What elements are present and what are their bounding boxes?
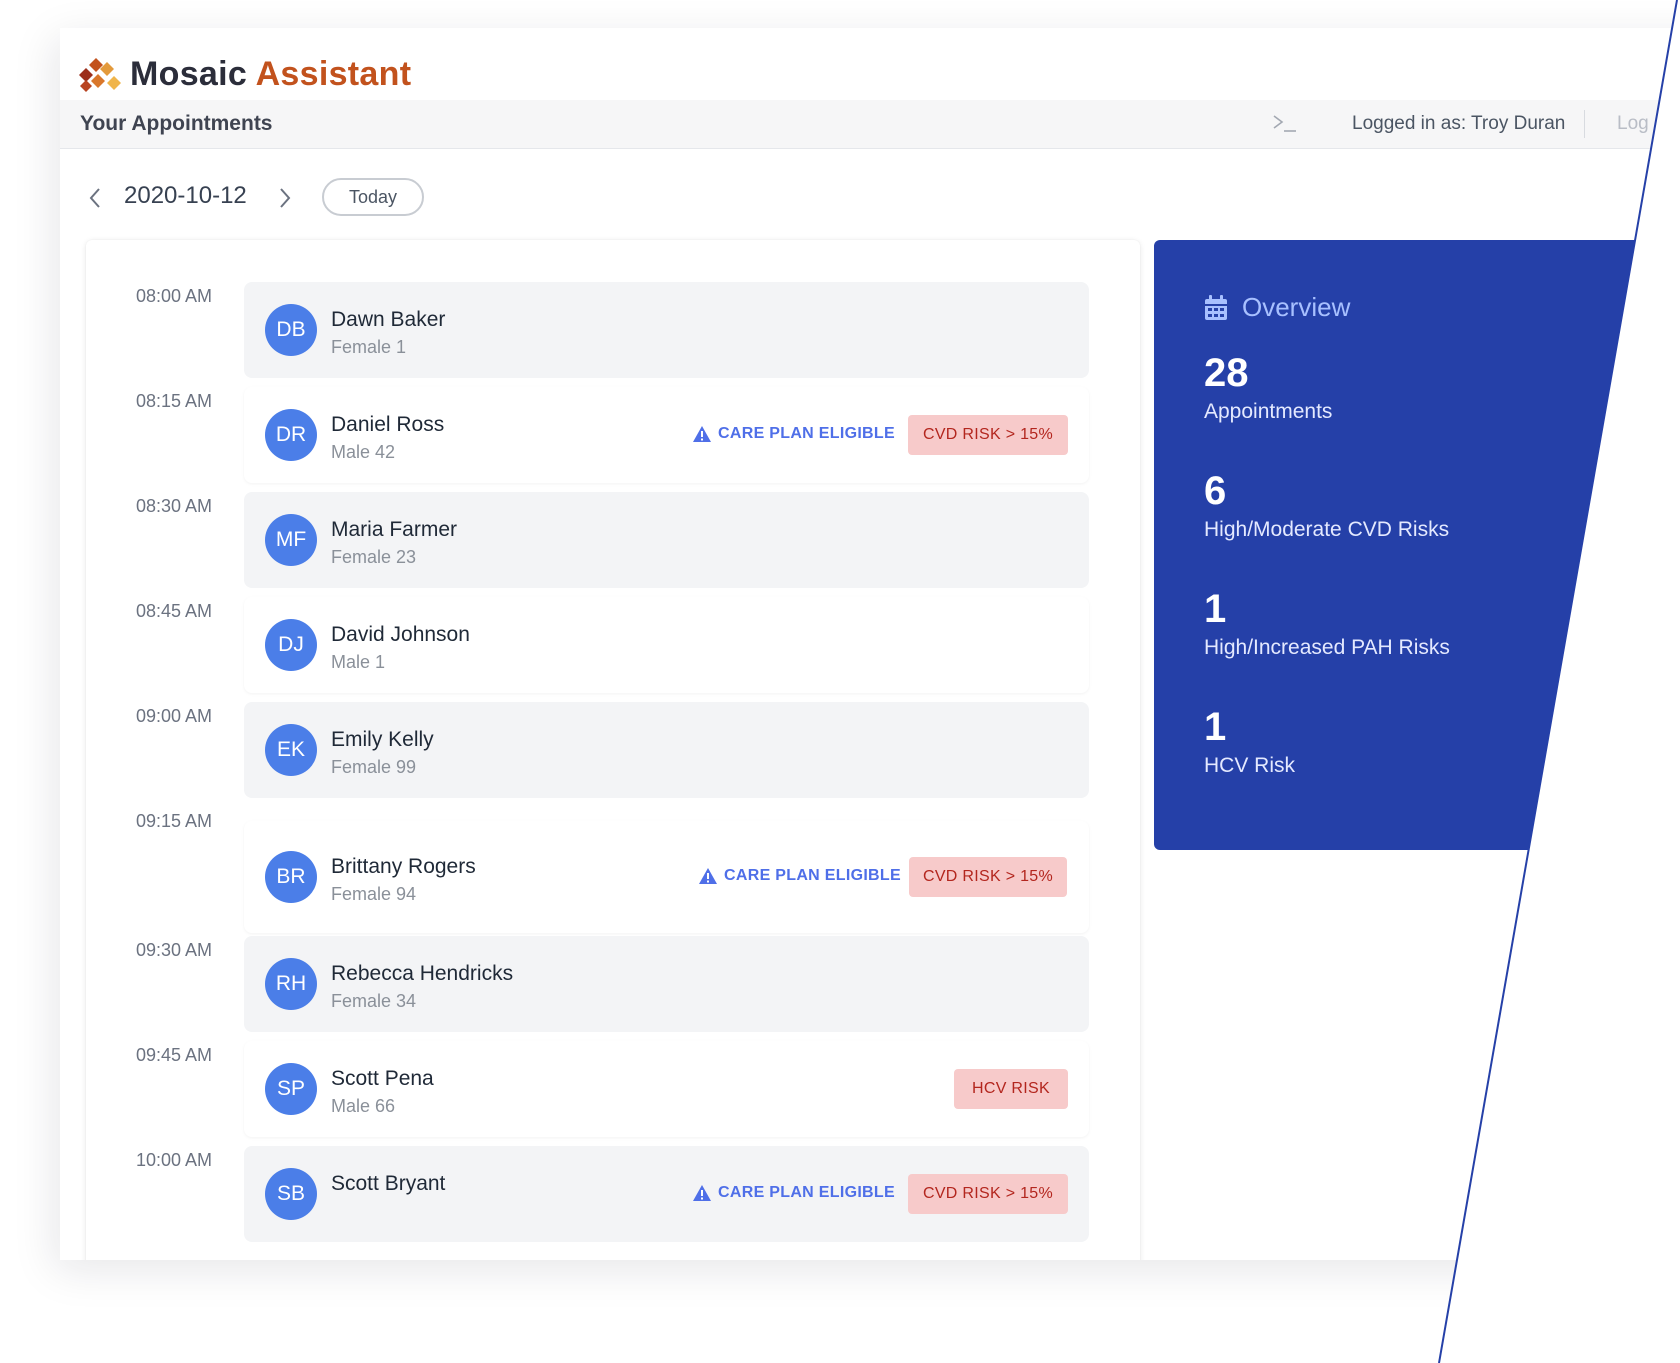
stat-value: 6 — [1204, 469, 1227, 513]
current-date: 2020-10-12 — [124, 182, 247, 209]
patient-sex-age: Male 1 — [331, 652, 386, 672]
appointment-time: 09:15 AM — [136, 811, 213, 831]
patient-sex-age: Male 42 — [331, 442, 396, 462]
appointment-time: 09:30 AM — [136, 940, 213, 960]
avatar: SB — [265, 1168, 317, 1220]
appointment-time: 09:00 AM — [136, 706, 213, 726]
warning-icon — [699, 868, 717, 884]
care-plan-label: CARE PLAN ELIGIBLE — [718, 425, 895, 442]
brand-name-first: Mosaic — [130, 54, 248, 93]
appointment-card[interactable]: DR Daniel Ross Male 42 CARE PLAN ELIGIBL… — [244, 387, 1089, 483]
stat-value: 28 — [1204, 351, 1249, 395]
warning-icon — [693, 1185, 711, 1201]
cvd-risk-badge: CVD RISK > 15% — [908, 1174, 1068, 1214]
avatar: SP — [265, 1063, 317, 1115]
previous-day-button[interactable] — [82, 184, 108, 212]
patient-name: Daniel Ross — [331, 413, 445, 436]
patient-name: Maria Farmer — [331, 518, 458, 541]
stat-label: High/Increased PAH Risks — [1204, 636, 1450, 659]
next-day-button[interactable] — [272, 184, 298, 212]
appointment-card[interactable]: BR Brittany Rogers Female 94 CARE PLAN E… — [244, 821, 1089, 933]
hcv-risk-badge: HCV RISK — [954, 1069, 1068, 1109]
stat-hcv-risk: 1 HCV Risk — [1204, 704, 1295, 778]
appointment-time: 08:00 AM — [136, 286, 213, 306]
stat-pah-risks: 1 High/Increased PAH Risks — [1204, 586, 1450, 660]
care-plan-eligible-flag[interactable]: CARE PLAN ELIGIBLE — [698, 867, 901, 885]
cvd-risk-badge: CVD RISK > 15% — [909, 857, 1067, 897]
overview-panel: Overview 28 Appointments 6 High/Moderate… — [1154, 240, 1680, 850]
patient-sex-age: Female 99 — [331, 757, 417, 777]
avatar: RH — [265, 958, 317, 1010]
overview-header: Overview — [1204, 292, 1350, 323]
appointment-time: 08:30 AM — [136, 496, 213, 516]
stat-value: 1 — [1204, 587, 1227, 631]
appointment-time: 10:00 AM — [136, 1150, 213, 1170]
care-plan-eligible-flag[interactable]: CARE PLAN ELIGIBLE — [692, 1184, 895, 1202]
appointment-time: 08:45 AM — [136, 601, 213, 621]
appointment-card[interactable]: RH Rebecca Hendricks Female 34 — [244, 936, 1089, 1032]
stat-appointments: 28 Appointments — [1204, 350, 1332, 424]
avatar: DJ — [265, 619, 317, 671]
appointment-card[interactable]: EK Emily Kelly Female 99 — [244, 702, 1089, 798]
patient-name: David Johnson — [331, 623, 470, 646]
stat-cvd-risks: 6 High/Moderate CVD Risks — [1204, 468, 1449, 542]
appointment-time: 09:45 AM — [136, 1045, 213, 1065]
brand-name: Mosaic Assistant — [130, 55, 411, 94]
cvd-risk-badge: CVD RISK > 15% — [908, 415, 1068, 455]
avatar: DB — [265, 304, 317, 356]
patient-sex-age: Female 34 — [331, 991, 417, 1011]
patient-sex-age: Male 66 — [331, 1096, 396, 1116]
subheader-bar: Your Appointments Logged in as: Troy Dur… — [60, 100, 1680, 149]
care-plan-label: CARE PLAN ELIGIBLE — [718, 1184, 895, 1201]
appointment-card[interactable]: SB Scott Bryant CARE PLAN ELIGIBLE CVD R… — [244, 1146, 1089, 1242]
patient-name: Rebecca Hendricks — [331, 962, 514, 985]
patient-name: Brittany Rogers — [331, 855, 476, 878]
appointment-card[interactable]: DJ David Johnson Male 1 — [244, 597, 1089, 693]
avatar: BR — [265, 851, 317, 903]
app-window: Mosaic Assistant Your Appointments Logge… — [60, 28, 1680, 1260]
appointment-card[interactable]: SP Scott Pena Male 66 HCV RISK — [244, 1041, 1089, 1137]
patient-name: Emily Kelly — [331, 728, 434, 751]
avatar: DR — [265, 409, 317, 461]
patient-name: Scott Bryant — [331, 1172, 446, 1195]
logout-link[interactable]: Log — [1617, 113, 1649, 135]
logged-in-user: Logged in as: Troy Duran — [1352, 113, 1566, 134]
terminal-icon[interactable] — [1272, 112, 1298, 134]
calendar-icon — [1205, 294, 1227, 320]
appointment-card[interactable]: MF Maria Farmer Female 23 — [244, 492, 1089, 588]
patient-name: Scott Pena — [331, 1067, 434, 1090]
avatar: EK — [265, 724, 317, 776]
care-plan-eligible-flag[interactable]: CARE PLAN ELIGIBLE — [692, 425, 895, 443]
chevron-left-icon — [89, 188, 100, 208]
header-divider — [1584, 110, 1585, 138]
appointment-card[interactable]: DB Dawn Baker Female 1 — [244, 282, 1089, 378]
appointment-time: 08:15 AM — [136, 391, 213, 411]
care-plan-label: CARE PLAN ELIGIBLE — [724, 867, 901, 884]
patient-sex-age: Female 1 — [331, 337, 407, 357]
patient-name: Dawn Baker — [331, 308, 446, 331]
today-button[interactable]: Today — [322, 178, 424, 216]
brand[interactable]: Mosaic Assistant — [76, 46, 411, 102]
appointments-panel: 08:00 AM DB Dawn Baker Female 1 08:15 AM… — [86, 240, 1140, 1260]
patient-sex-age: Female 94 — [331, 884, 417, 904]
warning-icon — [693, 426, 711, 442]
brand-name-second: Assistant — [255, 54, 412, 93]
page-title: Your Appointments — [80, 112, 273, 135]
stat-label: High/Moderate CVD Risks — [1204, 518, 1450, 541]
stat-label: Appointments — [1204, 400, 1333, 423]
patient-sex-age: Female 23 — [331, 547, 417, 567]
chevron-right-icon — [280, 188, 291, 208]
mosaic-logo-icon — [79, 58, 121, 92]
stat-label: HCV Risk — [1204, 754, 1296, 777]
avatar: MF — [265, 514, 317, 566]
stat-value: 1 — [1204, 705, 1227, 749]
overview-title: Overview — [1242, 292, 1351, 322]
